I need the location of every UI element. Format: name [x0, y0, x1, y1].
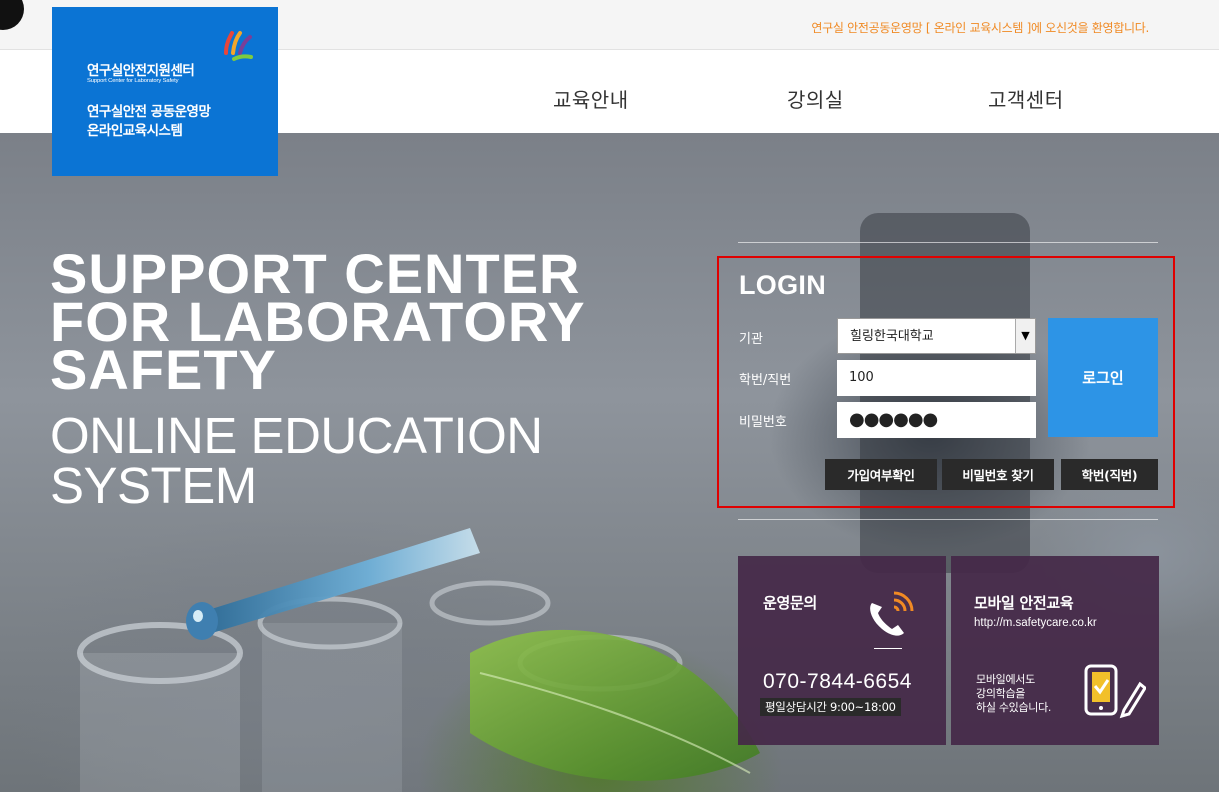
- password-value: ●●●●●●: [849, 409, 938, 430]
- mobile-check-icon: [1084, 664, 1146, 719]
- logo-title: 연구실안전지원센터: [87, 63, 195, 79]
- login-title: LOGIN: [739, 270, 826, 300]
- logo-line-1: 연구실안전 공동운영망: [87, 104, 211, 120]
- org-select[interactable]: 힐링한국대학교 ▼: [837, 318, 1036, 354]
- find-student-id-button[interactable]: 학번(직번): [1061, 459, 1158, 490]
- site-logo[interactable]: 연구실안전지원센터 Support Center for Laboratory …: [52, 7, 278, 176]
- org-select-value: 힐링한국대학교: [850, 329, 934, 344]
- logo-line-2: 온라인교육시스템: [87, 123, 183, 139]
- student-id-value: 100: [849, 370, 874, 385]
- nav-lecture-room[interactable]: 강의실: [787, 84, 844, 113]
- welcome-message: 연구실 안전공동운영망 [ 온라인 교육시스템 ]에 오신것을 환영합니다.: [811, 21, 1149, 35]
- contact-divider: [874, 648, 902, 649]
- org-label: 기관: [739, 332, 763, 347]
- hero-title-line-5: SYSTEM: [50, 457, 257, 514]
- hero-title-line-4: ONLINE EDUCATION: [50, 407, 543, 464]
- contact-phone: 070-7844-6654: [763, 670, 912, 693]
- student-id-input[interactable]: 100: [837, 360, 1036, 396]
- contact-title: 운영문의: [763, 594, 818, 612]
- chevron-down-icon[interactable]: ▼: [1015, 319, 1035, 353]
- logo-subtitle: Support Center for Laboratory Safety: [87, 78, 179, 84]
- password-input[interactable]: ●●●●●●: [837, 402, 1036, 438]
- mobile-title: 모바일 안전교육: [974, 594, 1074, 612]
- login-bottom-divider: [738, 519, 1158, 520]
- mobile-desc-line-3: 하실 수있습니다.: [976, 701, 1052, 714]
- check-registration-button[interactable]: 가입여부확인: [825, 459, 937, 490]
- nav-education-info[interactable]: 교육안내: [553, 84, 629, 113]
- id-label: 학번/직번: [739, 373, 792, 388]
- find-password-button[interactable]: 비밀번호 찾기: [942, 459, 1054, 490]
- hero-title-line-3: SAFETY: [50, 338, 277, 401]
- mobile-url[interactable]: http://m.safetycare.co.kr: [974, 617, 1097, 629]
- contact-hours: 평일상담시간 9:00~18:00: [760, 698, 901, 716]
- login-button[interactable]: 로그인: [1048, 318, 1158, 437]
- password-label: 비밀번호: [739, 415, 787, 430]
- logo-mark-icon: [224, 31, 253, 61]
- phone-icon: [870, 591, 914, 636]
- nav-customer-center[interactable]: 고객센터: [988, 84, 1064, 113]
- login-top-divider: [738, 242, 1158, 243]
